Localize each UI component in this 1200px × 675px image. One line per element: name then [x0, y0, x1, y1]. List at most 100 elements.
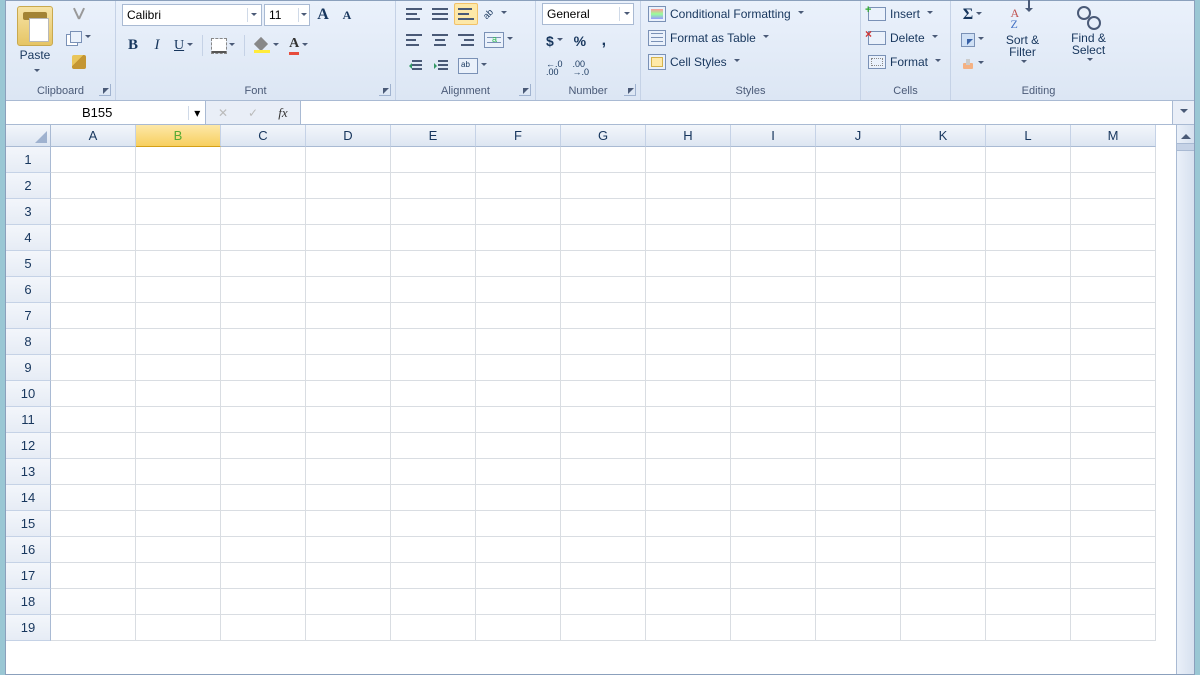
cell[interactable] — [986, 355, 1071, 381]
cell[interactable] — [136, 433, 221, 459]
column-header-E[interactable]: E — [391, 125, 476, 147]
cell[interactable] — [816, 173, 901, 199]
cut-button[interactable] — [62, 3, 95, 25]
cell[interactable] — [136, 173, 221, 199]
cell[interactable] — [136, 485, 221, 511]
cell[interactable] — [816, 563, 901, 589]
cell[interactable] — [731, 355, 816, 381]
copy-button[interactable] — [62, 27, 95, 49]
cell[interactable] — [221, 485, 306, 511]
cell[interactable] — [1071, 303, 1156, 329]
cell[interactable] — [391, 225, 476, 251]
cell[interactable] — [51, 173, 136, 199]
cell[interactable] — [816, 251, 901, 277]
currency-button[interactable]: $ — [542, 30, 567, 52]
cell[interactable] — [816, 433, 901, 459]
cell[interactable] — [221, 459, 306, 485]
comma-button[interactable]: , — [593, 29, 615, 53]
cell[interactable] — [646, 225, 731, 251]
cell[interactable] — [731, 459, 816, 485]
row-header-6[interactable]: 6 — [6, 277, 51, 303]
cell[interactable] — [306, 199, 391, 225]
delete-button[interactable]: Delete — [867, 27, 939, 49]
cell[interactable] — [391, 407, 476, 433]
cell[interactable] — [646, 459, 731, 485]
cell[interactable] — [901, 329, 986, 355]
cell[interactable] — [391, 355, 476, 381]
cell[interactable] — [306, 563, 391, 589]
cell[interactable] — [561, 511, 646, 537]
column-header-J[interactable]: J — [816, 125, 901, 147]
merge-center-button[interactable] — [480, 29, 517, 51]
number-format-input[interactable] — [543, 7, 619, 21]
row-header-18[interactable]: 18 — [6, 589, 51, 615]
column-header-L[interactable]: L — [986, 125, 1071, 147]
cell[interactable] — [221, 537, 306, 563]
cell[interactable] — [986, 615, 1071, 641]
split-handle[interactable] — [1177, 143, 1194, 151]
cell[interactable] — [476, 147, 561, 173]
column-header-H[interactable]: H — [646, 125, 731, 147]
cell[interactable] — [646, 355, 731, 381]
find-select-button[interactable]: Find & Select — [1057, 3, 1120, 67]
cell[interactable] — [731, 407, 816, 433]
scroll-track[interactable] — [1177, 151, 1194, 674]
cell[interactable] — [51, 407, 136, 433]
cell[interactable] — [561, 563, 646, 589]
row-header-12[interactable]: 12 — [6, 433, 51, 459]
increase-indent-button[interactable] — [428, 55, 452, 77]
cell[interactable] — [561, 225, 646, 251]
number-launcher[interactable] — [624, 84, 636, 96]
cell[interactable] — [51, 433, 136, 459]
cell[interactable] — [136, 147, 221, 173]
column-header-B[interactable]: B — [136, 125, 221, 147]
cell[interactable] — [646, 173, 731, 199]
cell[interactable] — [221, 329, 306, 355]
cell[interactable] — [561, 277, 646, 303]
cell[interactable] — [901, 251, 986, 277]
vertical-scrollbar[interactable] — [1176, 125, 1194, 674]
cell[interactable] — [1071, 407, 1156, 433]
cell[interactable] — [816, 485, 901, 511]
row-header-5[interactable]: 5 — [6, 251, 51, 277]
cell[interactable] — [1071, 485, 1156, 511]
cell[interactable] — [986, 563, 1071, 589]
cell[interactable] — [391, 277, 476, 303]
scroll-up-button[interactable] — [1177, 125, 1194, 143]
cell[interactable] — [51, 615, 136, 641]
conditional-formatting-button[interactable]: Conditional Formatting — [647, 3, 805, 25]
cell[interactable] — [986, 485, 1071, 511]
name-box-input[interactable] — [6, 105, 188, 120]
cell[interactable] — [476, 615, 561, 641]
cell[interactable] — [476, 199, 561, 225]
cell[interactable] — [646, 511, 731, 537]
decrease-decimal-button[interactable]: .00 →.0 — [569, 57, 594, 79]
cell[interactable] — [646, 615, 731, 641]
align-top-button[interactable] — [402, 3, 426, 25]
cell[interactable] — [51, 277, 136, 303]
cell[interactable] — [1071, 563, 1156, 589]
cell[interactable] — [221, 355, 306, 381]
cell[interactable] — [646, 199, 731, 225]
cell[interactable] — [561, 407, 646, 433]
cell[interactable] — [391, 615, 476, 641]
cell[interactable] — [136, 563, 221, 589]
sort-filter-button[interactable]: Sort & Filter — [994, 3, 1051, 69]
row-header-8[interactable]: 8 — [6, 329, 51, 355]
row-header-15[interactable]: 15 — [6, 511, 51, 537]
cell[interactable] — [51, 459, 136, 485]
cell[interactable] — [731, 589, 816, 615]
cell[interactable] — [136, 199, 221, 225]
cell[interactable] — [391, 329, 476, 355]
cell[interactable] — [561, 147, 646, 173]
cell[interactable] — [561, 433, 646, 459]
cell[interactable] — [646, 589, 731, 615]
cell[interactable] — [136, 355, 221, 381]
cell[interactable] — [476, 563, 561, 589]
cell[interactable] — [561, 251, 646, 277]
row-header-10[interactable]: 10 — [6, 381, 51, 407]
cell[interactable] — [476, 381, 561, 407]
cell[interactable] — [476, 537, 561, 563]
cell[interactable] — [731, 199, 816, 225]
cell[interactable] — [731, 329, 816, 355]
